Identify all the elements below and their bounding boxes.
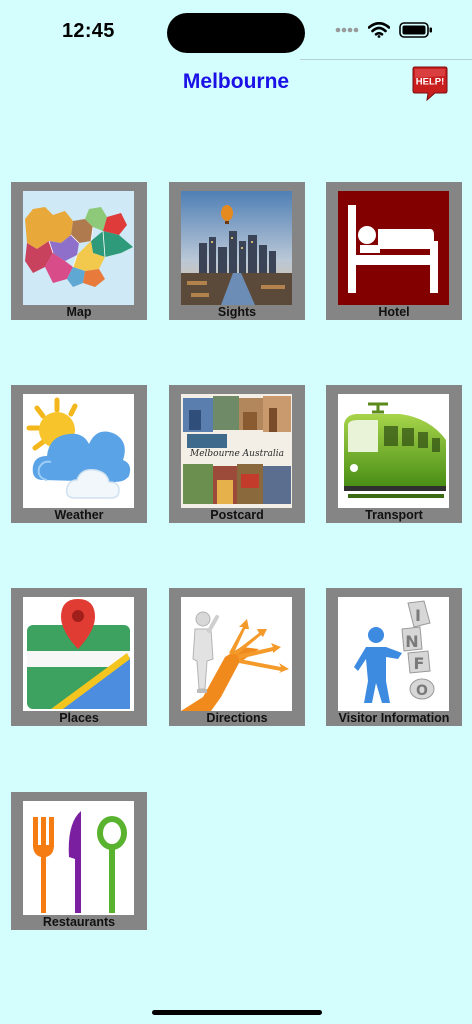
tile-label: Postcard (210, 508, 264, 522)
tile-label: Weather (54, 508, 104, 522)
wifi-icon (368, 22, 390, 38)
svg-text:O: O (416, 683, 428, 699)
tile-label: Directions (206, 711, 268, 725)
header-divider (300, 59, 472, 60)
battery-icon (399, 22, 432, 38)
hotel-bed-icon (338, 191, 449, 305)
signal-dots-icon (335, 27, 359, 33)
help-label: HELP! (416, 77, 445, 88)
train-icon (344, 402, 446, 498)
tile-postcard[interactable]: Melbourne Australia Postcard (169, 385, 305, 523)
tile-directions[interactable]: Directions (169, 588, 305, 726)
tile-label: Transport (365, 508, 423, 522)
tile-places[interactable]: Places (11, 588, 147, 726)
tile-restaurants[interactable]: Restaurants (11, 792, 147, 930)
svg-text:N: N (405, 632, 418, 651)
tile-label: Sights (217, 305, 257, 319)
help-button[interactable]: HELP! (411, 66, 449, 102)
status-time: 12:45 (62, 20, 115, 42)
city-skyline-icon (181, 191, 292, 305)
tile-weather[interactable]: Weather (11, 385, 147, 523)
info-figure-icon: I N F O (354, 600, 435, 703)
postcard-caption: Melbourne Australia (189, 449, 284, 459)
tile-label: Places (59, 711, 99, 725)
status-icons (335, 22, 433, 38)
svg-text:F: F (414, 654, 425, 673)
map-pin-icon (27, 599, 130, 709)
page-title: Melbourne (182, 70, 290, 93)
postcard-collage-icon: Melbourne Australia (181, 394, 292, 508)
directions-arrows-icon (181, 611, 289, 711)
tile-label: Restaurants (42, 915, 116, 929)
tile-transport[interactable]: Transport (326, 385, 462, 523)
tile-label: Visitor Information (338, 711, 450, 725)
tile-label: Hotel (378, 305, 410, 319)
tile-sights[interactable]: Sights (169, 182, 305, 320)
home-indicator[interactable] (152, 1010, 322, 1015)
victoria-map-icon (25, 207, 133, 287)
tile-map[interactable]: Map (11, 182, 147, 320)
svg-text:I: I (415, 606, 421, 625)
tile-hotel[interactable]: Hotel (326, 182, 462, 320)
tile-visitor-information[interactable]: I N F O Visitor Information (326, 588, 462, 726)
dynamic-island (167, 13, 305, 53)
tile-label: Map (66, 305, 92, 319)
cutlery-icon (33, 811, 127, 913)
weather-sun-cloud-icon (26, 397, 131, 499)
